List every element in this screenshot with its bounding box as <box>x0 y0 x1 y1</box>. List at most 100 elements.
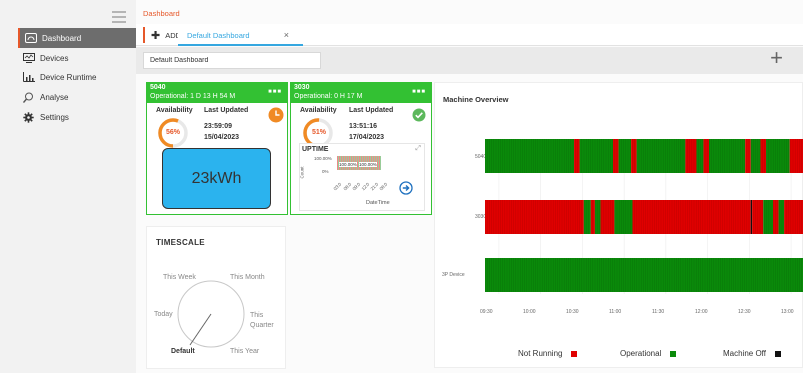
x-tick: 13:00 <box>781 309 794 315</box>
timeline-segment-operational[interactable] <box>618 139 632 173</box>
timeline-segment-operational[interactable] <box>583 200 591 234</box>
menu-toggle-icon[interactable] <box>112 11 126 23</box>
legend-not-running: Not Running <box>518 349 578 358</box>
device-runtime-icon <box>22 72 35 83</box>
settings-icon <box>22 111 35 123</box>
device-id: 5040 <box>150 84 166 91</box>
dashboard-icon <box>24 33 37 44</box>
timeline-segment-not-running[interactable] <box>600 200 615 234</box>
plus-icon: ✚ <box>151 29 161 42</box>
check-icon <box>412 108 426 122</box>
timescale-option-this-year[interactable]: This Year <box>230 348 259 355</box>
main-area: Dashboard ✚ ADD Default Dashboard × + 50… <box>136 0 803 373</box>
timeline-segment-operational[interactable] <box>763 200 773 234</box>
dashboard-toolbar: + <box>136 45 803 74</box>
availability-percent: 51% <box>312 129 327 136</box>
timescale-option-this-quarter[interactable]: This Quarter <box>250 311 284 331</box>
last-updated-time: 13:51:16 <box>349 123 378 130</box>
device-card-3030[interactable]: 3030 Operational: 0 H 17 M ■■■ Availabil… <box>290 82 432 215</box>
timeline-segment-not-running[interactable] <box>703 139 709 173</box>
legend-label: Machine Off <box>723 349 766 358</box>
availability-label: Availability <box>156 107 193 114</box>
sidebar: Dashboard Devices Device Runtime Analyse… <box>0 0 136 373</box>
timeline-segment-operational[interactable] <box>696 139 704 173</box>
tab-default-dashboard[interactable]: Default Dashboard × <box>178 26 303 46</box>
legend-label: Operational <box>620 349 662 358</box>
timeline-segment-not-running[interactable] <box>574 139 580 173</box>
x-tick: 10:00 <box>523 309 536 315</box>
timeline-segment-not-running[interactable] <box>685 139 697 173</box>
uptime-y-label: Count <box>299 166 305 179</box>
arrow-right-circle-icon[interactable] <box>399 181 413 195</box>
timeline-segment-not-running[interactable] <box>784 200 803 234</box>
device-card-5040[interactable]: 5040 Operational: 1 D 13 H 54 M ■■■ Avai… <box>146 82 288 215</box>
last-updated-date: 17/04/2023 <box>349 134 385 141</box>
machine-label-3p-device: 3P Device <box>442 272 465 278</box>
sidebar-item-settings[interactable]: Settings <box>18 107 136 127</box>
expand-icon[interactable]: ⤢ <box>415 145 421 153</box>
uptime-x-tick: 12:0 <box>360 181 371 192</box>
sidebar-item-dashboard[interactable]: Dashboard <box>18 28 136 48</box>
sidebar-item-analyse[interactable]: Analyse <box>18 87 136 107</box>
timeline-segment-operational[interactable] <box>579 139 613 173</box>
device-status: Operational: 1 D 13 H 54 M <box>150 93 236 100</box>
timescale-dial[interactable] <box>171 279 251 349</box>
timeline-segment-not-running[interactable] <box>745 139 751 173</box>
legend-operational: Operational <box>620 349 677 358</box>
availability-label: Availability <box>300 107 337 114</box>
card-menu-icon[interactable]: ■■■ <box>412 89 426 95</box>
timeline-segment-off[interactable] <box>750 200 753 234</box>
sidebar-item-device-runtime[interactable]: Device Runtime <box>18 67 136 87</box>
legend-label: Not Running <box>518 349 563 358</box>
uptime-x-tick: 21:0 <box>369 181 380 192</box>
timeline-segment-not-running[interactable] <box>485 200 584 234</box>
legend-swatch <box>670 350 677 357</box>
last-updated-label: Last Updated <box>349 107 394 114</box>
timeline-segment-not-running[interactable] <box>613 139 619 173</box>
timeline-segment-not-running[interactable] <box>760 139 767 173</box>
timeline-segment-operational[interactable] <box>778 200 785 234</box>
uptime-x-tick: 06:0 <box>342 181 353 192</box>
timeline-segment-operational[interactable] <box>594 200 601 234</box>
sidebar-item-label: Settings <box>40 112 69 122</box>
uptime-x-tick: 06:0 <box>378 181 389 192</box>
sidebar-item-devices[interactable]: Devices <box>18 48 136 68</box>
timeline-segment-not-running[interactable] <box>631 139 637 173</box>
sidebar-item-label: Analyse <box>40 92 69 102</box>
analyse-icon <box>22 92 35 103</box>
add-widget-button[interactable]: + <box>770 45 783 71</box>
last-updated-label: Last Updated <box>204 107 249 114</box>
uptime-bar-label: 100.00% <box>339 162 357 167</box>
uptime-x-label: DateTime <box>366 200 390 206</box>
last-updated-date: 15/04/2023 <box>204 134 240 141</box>
sidebar-item-label: Devices <box>40 53 69 63</box>
dashboard-name-input[interactable] <box>143 52 321 69</box>
timeline-segment-not-running[interactable] <box>789 139 803 173</box>
uptime-bar-label: 100.00% <box>359 162 377 167</box>
clock-icon <box>268 107 284 123</box>
card-menu-icon[interactable]: ■■■ <box>268 89 282 95</box>
timeline-segment-operational[interactable] <box>485 258 803 292</box>
machine-overview-widget: Machine Overview 5040 3030 3P Device 09:… <box>434 82 803 368</box>
timescale-widget: TIMESCALE This Week This Month Today Thi… <box>146 226 286 369</box>
breadcrumb[interactable]: Dashboard <box>143 9 180 18</box>
uptime-x-tick: 09:0 <box>351 181 362 192</box>
uptime-y-tick: 0% <box>322 169 329 174</box>
sidebar-item-label: Device Runtime <box>40 72 97 82</box>
close-icon[interactable]: × <box>284 30 289 40</box>
devices-icon <box>22 53 35 64</box>
uptime-y-tick: 100.00% <box>314 156 332 161</box>
timescale-option-default[interactable]: Default <box>171 348 195 355</box>
timescale-title: TIMESCALE <box>156 238 205 247</box>
card-header: 3030 Operational: 0 H 17 M ■■■ <box>291 83 431 103</box>
timeline-segment-operational[interactable] <box>766 139 790 173</box>
tab-bar: ✚ ADD Default Dashboard × <box>136 24 803 46</box>
x-tick: 12:30 <box>738 309 751 315</box>
uptime-title: UPTIME <box>302 146 329 153</box>
timescale-option-today[interactable]: Today <box>154 311 173 318</box>
machine-timeline[interactable] <box>485 139 803 294</box>
legend-machine-off: Machine Off <box>723 349 781 358</box>
sidebar-item-label: Dashboard <box>42 33 82 43</box>
x-tick: 11:00 <box>609 309 622 315</box>
x-tick: 09:30 <box>480 309 493 315</box>
